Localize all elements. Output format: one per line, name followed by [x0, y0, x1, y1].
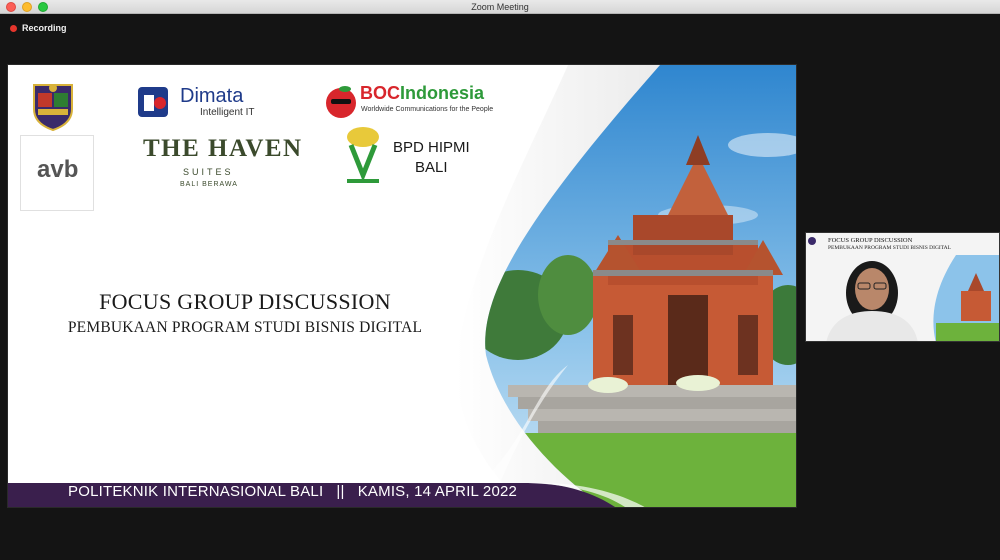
haven-suites: SUITES: [183, 167, 234, 177]
boc-tagline: Worldwide Communications for the People: [361, 106, 494, 113]
recording-label: Recording: [22, 23, 67, 33]
slide-subtitle: PEMBUKAAN PROGRAM STUDI BISNIS DIGITAL: [67, 319, 423, 336]
window-title: Zoom Meeting: [471, 2, 529, 12]
slide-title: FOCUS GROUP DISCUSSION: [99, 289, 391, 314]
hipmi-line1: BPD HIPMI: [393, 139, 470, 156]
meeting-area: Recording Dimata Intelligent IT BOC Indo…: [0, 14, 1000, 560]
boc-name-prefix: BOC: [360, 83, 400, 103]
avb-logo: avb: [20, 135, 94, 211]
participant-slide-title: FOCUS GROUP DISCUSSION: [828, 237, 913, 244]
the-haven-suites-logo: THE HAVEN SUITES BALI BERAWA: [143, 135, 301, 191]
participant-slide-subtitle: PEMBUKAAN PROGRAM STUDI BISNIS DIGITAL: [828, 245, 952, 251]
bpd-hipmi-bali-logo: BPD HIPMI BALI: [343, 123, 493, 193]
dimata-name: Dimata: [180, 85, 244, 107]
hipmi-line2: BALI: [415, 159, 448, 176]
dimata-tagline: Intelligent IT: [200, 107, 255, 118]
window-titlebar: Zoom Meeting: [0, 0, 1000, 14]
recording-indicator[interactable]: Recording: [10, 23, 67, 33]
participant-video-tile[interactable]: FOCUS GROUP DISCUSSION PEMBUKAAN PROGRAM…: [805, 232, 1000, 342]
avb-name: avb: [37, 156, 79, 183]
haven-name: THE HAVEN: [143, 135, 303, 162]
haven-location: BALI BERAWA: [180, 181, 238, 188]
boc-indonesia-logo: BOC Indonesia Worldwide Communications f…: [323, 81, 503, 121]
slide-footer-text: POLITEKNIK INTERNASIONAL BALI || KAMIS, …: [68, 483, 518, 500]
dimata-logo: Dimata Intelligent IT: [138, 85, 278, 121]
pib-crest-logo: [28, 79, 78, 132]
recording-dot-icon: [10, 24, 17, 32]
shared-screen-slide[interactable]: Dimata Intelligent IT BOC Indonesia Worl…: [7, 64, 797, 508]
boc-name-suffix: Indonesia: [400, 83, 485, 103]
